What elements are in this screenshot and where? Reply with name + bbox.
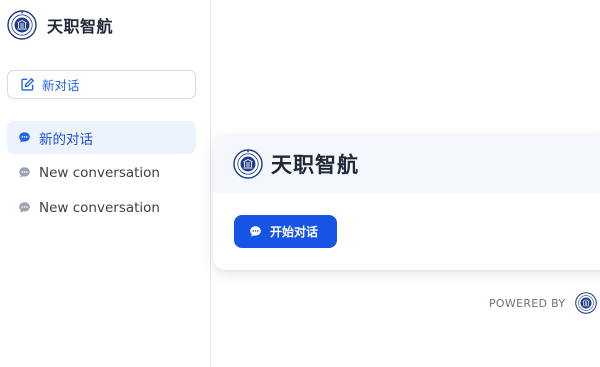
chat-bubble-icon (18, 201, 31, 214)
brand-logo-icon (7, 10, 37, 40)
welcome-card: 天职智航 开始对话 (213, 135, 600, 270)
chat-bubble-icon (249, 225, 262, 238)
chat-bubble-icon (18, 131, 31, 144)
conversation-label: 新的对话 (39, 131, 93, 148)
conversation-label: New conversation (39, 164, 160, 181)
new-chat-label: 新对话 (42, 78, 80, 93)
conversation-item[interactable]: 新的对话 (7, 121, 196, 154)
conversation-item[interactable]: New conversation (7, 191, 196, 224)
card-title: 天职智航 (271, 153, 359, 177)
powered-by-text: POWERED BY (489, 296, 566, 310)
brand-name: 天职智航 (47, 17, 114, 36)
conversation-list: 新的对话 New conversation New conversation (7, 121, 196, 226)
start-conversation-label: 开始对话 (270, 225, 319, 239)
edit-icon (20, 77, 35, 92)
sidebar: 天职智航 新对话 新的对话 New conversation New conve… (0, 0, 211, 367)
conversation-label: New conversation (39, 199, 160, 216)
start-conversation-button[interactable]: 开始对话 (234, 215, 337, 248)
powered-by-logo-icon[interactable] (575, 292, 598, 314)
chat-bubble-icon (18, 166, 31, 179)
powered-by: POWERED BY (489, 292, 598, 314)
card-header: 天职智航 (213, 135, 600, 193)
conversation-item[interactable]: New conversation (7, 156, 196, 189)
new-chat-button[interactable]: 新对话 (7, 70, 196, 99)
brand[interactable]: 天职智航 (7, 10, 113, 40)
card-logo-icon (233, 149, 263, 179)
